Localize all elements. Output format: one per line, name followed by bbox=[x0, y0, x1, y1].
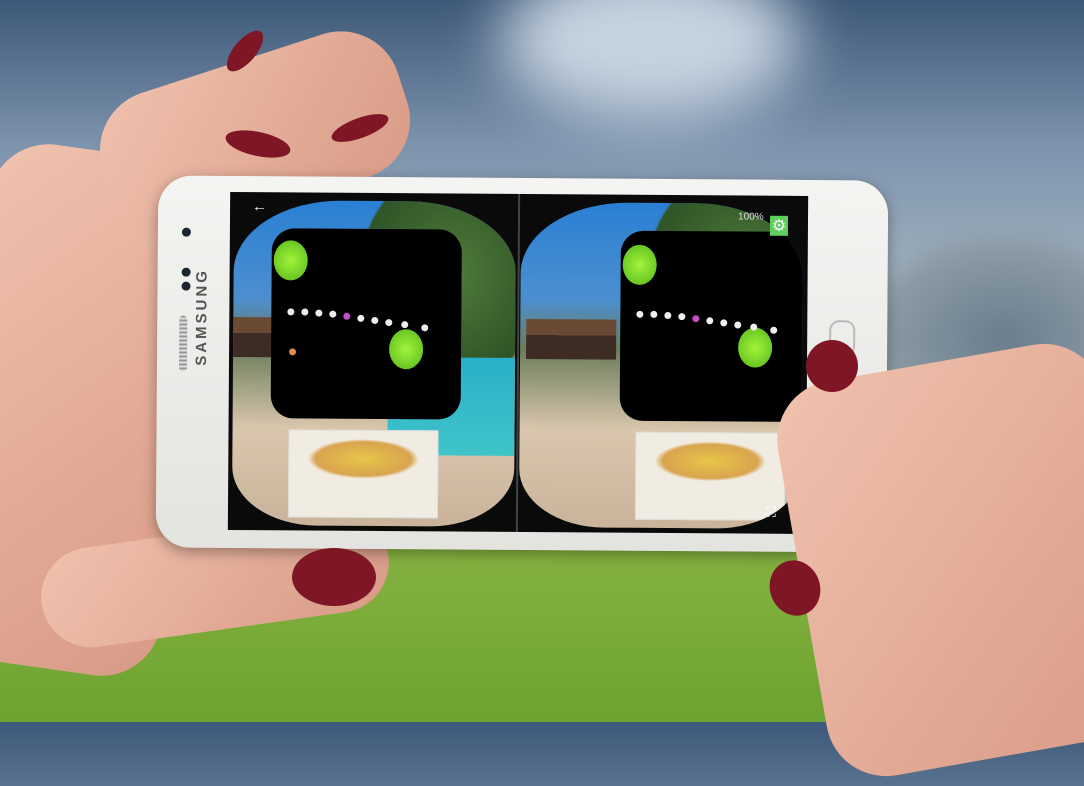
left-eye-view bbox=[231, 199, 517, 527]
green-bush bbox=[737, 327, 773, 368]
back-icon[interactable]: ← bbox=[252, 198, 267, 215]
right-eye-view bbox=[518, 201, 804, 529]
stadium-light bbox=[500, 0, 800, 120]
sensor bbox=[181, 267, 191, 277]
smartphone: SAMSUNG ← 100% ⚙ ⛶ bbox=[155, 175, 889, 553]
front-camera bbox=[181, 227, 191, 237]
bird-card bbox=[634, 431, 786, 521]
green-bush bbox=[388, 329, 424, 370]
vr-screen: ← 100% ⚙ ⛶ bbox=[227, 191, 809, 534]
brand-logo: SAMSUNG bbox=[192, 268, 211, 366]
fullscreen-icon[interactable]: ⛶ bbox=[766, 504, 776, 521]
fingernail bbox=[806, 340, 858, 392]
sensor bbox=[181, 281, 191, 291]
bird-card bbox=[287, 429, 439, 519]
green-bush bbox=[622, 244, 657, 285]
green-bush bbox=[273, 240, 308, 281]
battery-status: 100% bbox=[737, 211, 764, 223]
settings-icon[interactable]: ⚙ bbox=[769, 215, 789, 236]
fingernail bbox=[292, 548, 376, 606]
right-hand bbox=[767, 334, 1084, 786]
game-panel[interactable] bbox=[619, 230, 804, 423]
earpiece-speaker bbox=[178, 315, 188, 372]
game-panel[interactable] bbox=[270, 228, 462, 420]
